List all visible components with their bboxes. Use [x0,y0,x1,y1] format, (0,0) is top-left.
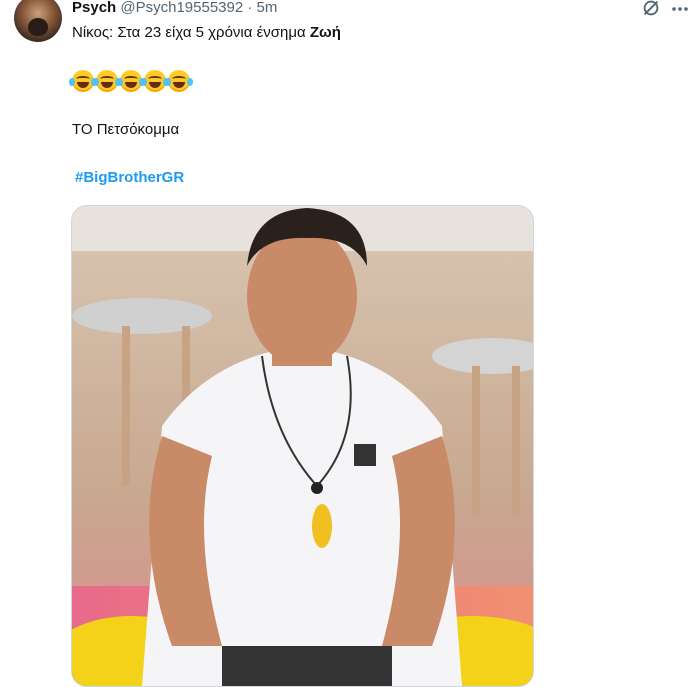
tweet-text-line-1: Νίκος: Στα 23 είχα 5 χρόνια ένσημα Ζωή [72,23,341,43]
media-photo [72,206,533,686]
hashtag-link[interactable]: #BigBrotherGR [75,168,184,188]
tears-of-joy-emoji-icon [165,70,193,92]
author-handle[interactable]: @Psych19555392 [120,0,243,16]
tears-of-joy-emoji-icon [69,70,97,92]
emoji-row [69,70,193,94]
tears-of-joy-emoji-icon [93,70,121,92]
tears-of-joy-emoji-icon [117,70,145,92]
tears-of-joy-emoji-icon [141,70,169,92]
tweet-text-line-2: ΤΟ Πετσόκομμα [72,121,180,138]
tweet-media-image[interactable] [71,205,534,687]
author-name[interactable]: Psych [72,0,116,16]
tweet-timestamp[interactable]: 5m [257,0,278,16]
more-options-icon[interactable] [670,2,690,16]
author-avatar[interactable] [14,0,62,42]
tweet-text-bold: Ζωή [309,24,341,41]
separator-dot: · [247,0,253,16]
grok-icon[interactable] [640,0,662,19]
tweet-header: Psych @Psych19555392 · 5m [72,0,277,18]
tweet-text-prefix: Νίκος: Στα 23 είχα 5 χρόνια ένσημα [72,24,310,41]
